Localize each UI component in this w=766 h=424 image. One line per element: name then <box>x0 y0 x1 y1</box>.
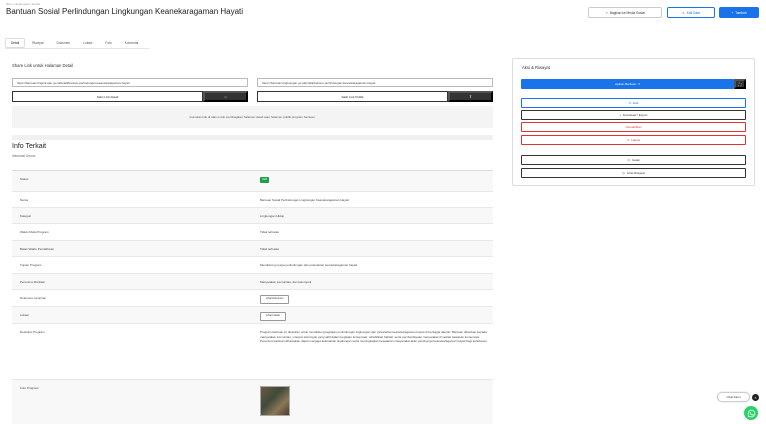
copy-detail-link-button[interactable]: Salin Link Detail <box>12 91 203 102</box>
disable-button[interactable]: Nonaktifkan <box>521 122 746 132</box>
add-button[interactable]: + Tambah <box>719 7 759 18</box>
detail-subtitle: Informasi Umum <box>12 154 36 158</box>
whatsapp-icon <box>747 409 755 417</box>
export-button[interactable]: ⤓ Download / Export <box>521 110 746 120</box>
table-row: Nama Bantuan Sosial Perlindungan Lingkun… <box>12 192 493 208</box>
expand-button[interactable]: ⛶ <box>734 79 746 89</box>
view-documents-button[interactable]: Lihat Dokumen <box>260 294 290 304</box>
tab-riwayat[interactable]: Riwayat <box>26 38 49 48</box>
public-link-field[interactable]: https://bantuan.lingkungan.go.id/publik/… <box>257 78 493 87</box>
table-row: Waktu Mulai Program Tidak terbatas <box>12 224 493 241</box>
plus-icon: + <box>731 10 734 15</box>
table-row: Deskripsi Program Program bantuan ini di… <box>12 324 493 380</box>
link-icon: ⇔ <box>223 94 228 99</box>
print-button[interactable]: ⎙ Cetak <box>521 155 746 165</box>
table-row: Kategori Lingkungan Hidup <box>12 208 493 224</box>
page-title: Bantuan Sosial Perlindungan Lingkungan K… <box>6 7 244 16</box>
action-panel: Aksi & Riwayat Ajukan Bantuan ▾ ⛶ ✎ Edit… <box>512 58 755 186</box>
breadcrumb: Ikan / Lingkungan / Detail <box>6 2 40 6</box>
share-icon: ↗ <box>605 10 608 15</box>
program-photo[interactable] <box>260 386 290 416</box>
edit-data-button[interactable]: ✎ Edit Data <box>667 7 715 18</box>
close-icon[interactable]: × <box>752 394 759 401</box>
expand-icon: ⛶ <box>738 81 742 87</box>
detail-link-field[interactable]: https://bantuan.lingkungan.go.id/detail/… <box>12 78 248 87</box>
tab-bar: Detail Riwayat Dokumen Lokasi Foto Komen… <box>5 38 145 48</box>
action-panel-title: Aksi & Riwayat <box>522 65 550 70</box>
tab-divider <box>5 48 150 49</box>
section-divider <box>12 135 493 140</box>
trash-icon: ✕ <box>626 138 630 142</box>
table-row: Penerima Manfaat Masyarakat, komunitas, … <box>12 274 493 290</box>
share-note: Gunakan link di atas untuk membagikan ha… <box>12 106 493 128</box>
table-row: Tujuan Program Mendukung upaya perlindun… <box>12 257 493 274</box>
table-row: Status Aktif <box>12 171 493 192</box>
table-row: Lokasi Lihat Lokasi <box>12 307 493 324</box>
share-section-title: Share Link untuk Halaman Detail <box>12 63 74 68</box>
tab-lokasi[interactable]: Lokasi <box>77 38 98 48</box>
view-location-button[interactable]: Lihat Lokasi <box>260 311 286 321</box>
open-detail-link-button[interactable]: ⇔ <box>203 91 248 102</box>
chat-pill[interactable]: Chat Kami <box>717 392 750 402</box>
status-badge: Aktif <box>260 177 270 184</box>
detail-table: Status Aktif Nama Bantuan Sosial Perlind… <box>12 170 493 424</box>
tab-foto[interactable]: Foto <box>99 38 117 48</box>
table-row: Foto Program <box>12 380 493 424</box>
download-icon: ⤓ <box>619 113 621 117</box>
edit-button[interactable]: ✎ Edit <box>521 98 746 108</box>
history-icon: ◷ <box>622 171 625 175</box>
external-link-icon: ⇧ <box>468 94 473 99</box>
table-row: Dokumen Lampiran Lihat Dokumen <box>12 290 493 307</box>
pencil-icon: ✎ <box>682 10 685 15</box>
tab-komentar[interactable]: Komentar <box>119 38 145 48</box>
copy-public-link-button[interactable]: Salin Link Publik <box>257 91 448 102</box>
delete-button[interactable]: ✕ Hapus <box>521 135 746 145</box>
share-button[interactable]: ↗ Bagikan ke Media Sosial <box>588 7 662 18</box>
apply-button[interactable]: Ajukan Bantuan ▾ <box>521 79 734 89</box>
history-button[interactable]: ◷ Lihat Riwayat <box>521 168 746 178</box>
open-public-link-button[interactable]: ⇧ <box>448 91 493 102</box>
tab-dokumen[interactable]: Dokumen <box>51 38 77 48</box>
detail-title: Info Terkait <box>12 143 47 150</box>
printer-icon: ⎙ <box>627 158 630 162</box>
whatsapp-button[interactable] <box>744 406 758 420</box>
chevron-down-icon: ▾ <box>638 82 640 86</box>
tab-detail[interactable]: Detail <box>5 38 26 48</box>
pencil-icon: ✎ <box>628 101 632 105</box>
table-row: Batas Waktu Pendaftaran Tidak terbatas <box>12 241 493 257</box>
